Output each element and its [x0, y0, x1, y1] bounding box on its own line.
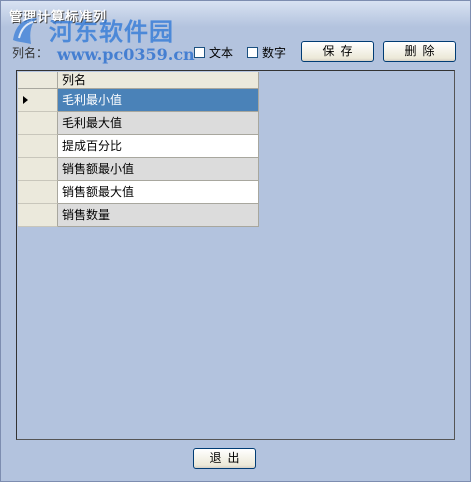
row-selector[interactable] — [18, 135, 58, 158]
column-name-cell[interactable]: 销售数量 — [58, 204, 259, 227]
number-checkbox-box[interactable] — [247, 46, 258, 58]
row-selector[interactable] — [18, 181, 58, 204]
window: 管理计算标准列 河东软件园 www.pc0359.cn 列名： 文本 数字 保存… — [0, 0, 471, 482]
grid-panel: 列名 毛利最小值 毛利最大值 提成百分比 销售额最小值 销售额最大值 销售数量 — [16, 70, 455, 440]
text-checkbox-label[interactable]: 文本 — [209, 44, 233, 61]
column-name-cell[interactable]: 提成百分比 — [58, 135, 259, 158]
row-selector[interactable] — [18, 204, 58, 227]
save-button[interactable]: 保存 — [301, 41, 374, 62]
watermark-url: www.pc0359.cn — [57, 45, 195, 64]
exit-button-label: 退出 — [209, 451, 246, 465]
delete-button-label: 删除 — [404, 44, 441, 58]
watermark-name: 河东软件园 — [49, 17, 174, 46]
table-row[interactable]: 毛利最小值 — [18, 89, 259, 112]
grid-body: 毛利最小值 毛利最大值 提成百分比 销售额最小值 销售额最大值 销售数量 — [18, 89, 259, 227]
table-row[interactable]: 销售额最大值 — [18, 181, 259, 204]
exit-button[interactable]: 退出 — [193, 448, 256, 469]
table-row[interactable]: 毛利最大值 — [18, 112, 259, 135]
row-selector-header — [18, 72, 58, 89]
column-name-cell[interactable]: 毛利最大值 — [58, 112, 259, 135]
table-row[interactable]: 销售额最小值 — [18, 158, 259, 181]
grid-header: 列名 — [18, 72, 259, 89]
number-checkbox-label[interactable]: 数字 — [262, 44, 286, 61]
watermark-logo-icon — [13, 18, 37, 44]
text-checkbox[interactable]: 文本 — [194, 44, 233, 61]
column-header-name[interactable]: 列名 — [58, 72, 259, 89]
column-name-cell[interactable]: 销售额最小值 — [58, 158, 259, 181]
column-name-cell[interactable]: 销售额最大值 — [58, 181, 259, 204]
column-name-cell[interactable]: 毛利最小值 — [58, 89, 259, 112]
colname-label: 列名： — [12, 46, 49, 60]
number-checkbox[interactable]: 数字 — [247, 44, 286, 61]
save-button-label: 保存 — [322, 44, 359, 58]
text-checkbox-box[interactable] — [194, 46, 205, 58]
table-row[interactable]: 销售数量 — [18, 204, 259, 227]
row-selector[interactable] — [18, 89, 58, 112]
row-selector[interactable] — [18, 112, 58, 135]
current-row-arrow-icon — [23, 96, 28, 104]
columns-grid[interactable]: 列名 毛利最小值 毛利最大值 提成百分比 销售额最小值 销售额最大值 销售数量 — [18, 72, 259, 227]
table-row[interactable]: 提成百分比 — [18, 135, 259, 158]
delete-button[interactable]: 删除 — [383, 41, 456, 62]
row-selector[interactable] — [18, 158, 58, 181]
